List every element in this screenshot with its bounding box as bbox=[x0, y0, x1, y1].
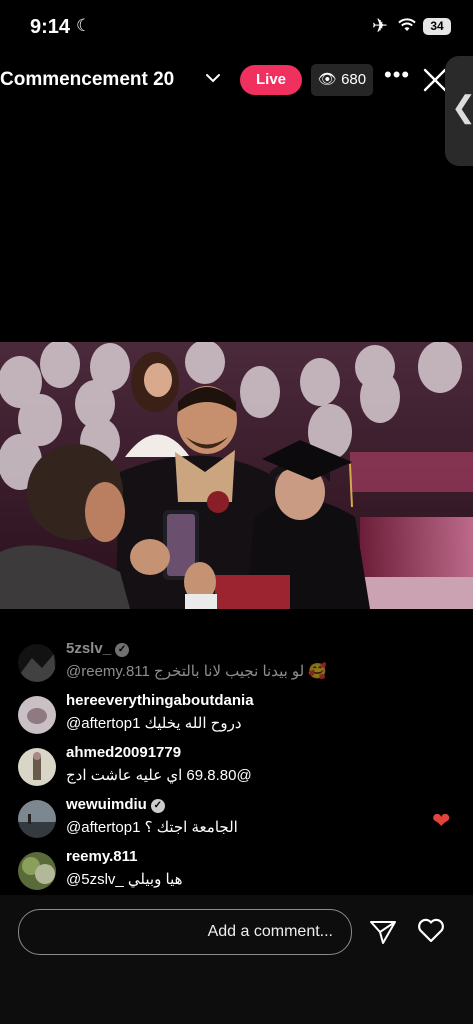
list-item: reemy.811 @5zslv_ هيا وبيلي bbox=[0, 844, 473, 896]
viewer-count-value: 680 bbox=[341, 71, 367, 88]
comment-input[interactable]: Add a comment... bbox=[18, 909, 352, 955]
more-options-icon[interactable]: ••• bbox=[384, 62, 410, 88]
live-header: Commencement 20 Live 👁 680 ••• bbox=[0, 56, 473, 106]
list-item: ahmed20091779 @69.8.80 اي عليه عاشت ادج bbox=[0, 740, 473, 792]
battery-icon: 34 bbox=[423, 18, 451, 35]
comment-username[interactable]: 5zslv_ ✓ bbox=[66, 640, 130, 657]
wifi-icon bbox=[398, 18, 416, 31]
chevron-left-icon: ❮ bbox=[451, 90, 473, 125]
airplane-icon: ✈ bbox=[372, 16, 388, 37]
list-item: hereeverythingaboutdania @aftertop1 دروح… bbox=[0, 688, 473, 740]
comment-list: 5zslv_ ✓ @reemy.811 لو بيدنا نجيب لانا با… bbox=[0, 636, 473, 896]
comment-composer: Add a comment... bbox=[0, 895, 473, 1024]
verified-badge-icon: ✓ bbox=[115, 643, 130, 657]
comment-text: @5zslv_ هيا وبيلي bbox=[66, 871, 183, 888]
live-badge: Live bbox=[240, 65, 302, 95]
status-bar: 9:14 ☾ ✈ 34 bbox=[0, 0, 473, 56]
chevron-down-icon[interactable] bbox=[205, 70, 221, 86]
status-time: 9:14 bbox=[30, 16, 71, 38]
comment-text: @aftertop1 دروح الله يخليك bbox=[66, 715, 242, 732]
comment-placeholder: Add a comment... bbox=[207, 923, 333, 940]
avatar[interactable] bbox=[18, 696, 56, 734]
comment-username-text: wewuimdiu bbox=[66, 796, 147, 813]
comment-username[interactable]: reemy.811 bbox=[66, 848, 137, 865]
moon-icon: ☾ bbox=[76, 16, 92, 35]
verified-badge-icon: ✓ bbox=[150, 799, 165, 813]
heart-icon: ❤ bbox=[432, 808, 451, 833]
comment-text: @reemy.811 لو بيدنا نجيب لانا بالتخرج 🥰 bbox=[66, 663, 328, 680]
live-title[interactable]: Commencement 20 bbox=[0, 69, 196, 91]
avatar[interactable] bbox=[18, 748, 56, 786]
comment-text: @69.8.80 اي عليه عاشت ادج bbox=[66, 767, 252, 784]
side-panel-handle[interactable]: ❮ bbox=[445, 56, 473, 166]
video-frame bbox=[0, 342, 473, 609]
avatar[interactable] bbox=[18, 800, 56, 838]
comment-username-text: 5zslv_ bbox=[66, 640, 112, 657]
comment-text: @aftertop1 الجامعة اجتك ؟ bbox=[66, 819, 238, 836]
viewer-count: 👁 680 bbox=[311, 64, 373, 96]
avatar[interactable] bbox=[18, 852, 56, 890]
comment-username[interactable]: hereeverythingaboutdania bbox=[66, 692, 254, 709]
avatar[interactable] bbox=[18, 644, 56, 682]
live-title-text: Commencement 20 bbox=[0, 69, 175, 90]
eye-icon: 👁 bbox=[317, 71, 337, 88]
comment-username[interactable]: wewuimdiu ✓ bbox=[66, 796, 165, 813]
live-video[interactable] bbox=[0, 342, 473, 609]
list-item: 5zslv_ ✓ @reemy.811 لو بيدنا نجيب لانا با… bbox=[0, 636, 473, 688]
send-icon[interactable] bbox=[369, 919, 397, 945]
heart-icon[interactable] bbox=[417, 917, 445, 943]
list-item: wewuimdiu ✓ @aftertop1 الجامعة اجتك ؟ bbox=[0, 792, 473, 844]
comment-username[interactable]: ahmed20091779 bbox=[66, 744, 181, 761]
